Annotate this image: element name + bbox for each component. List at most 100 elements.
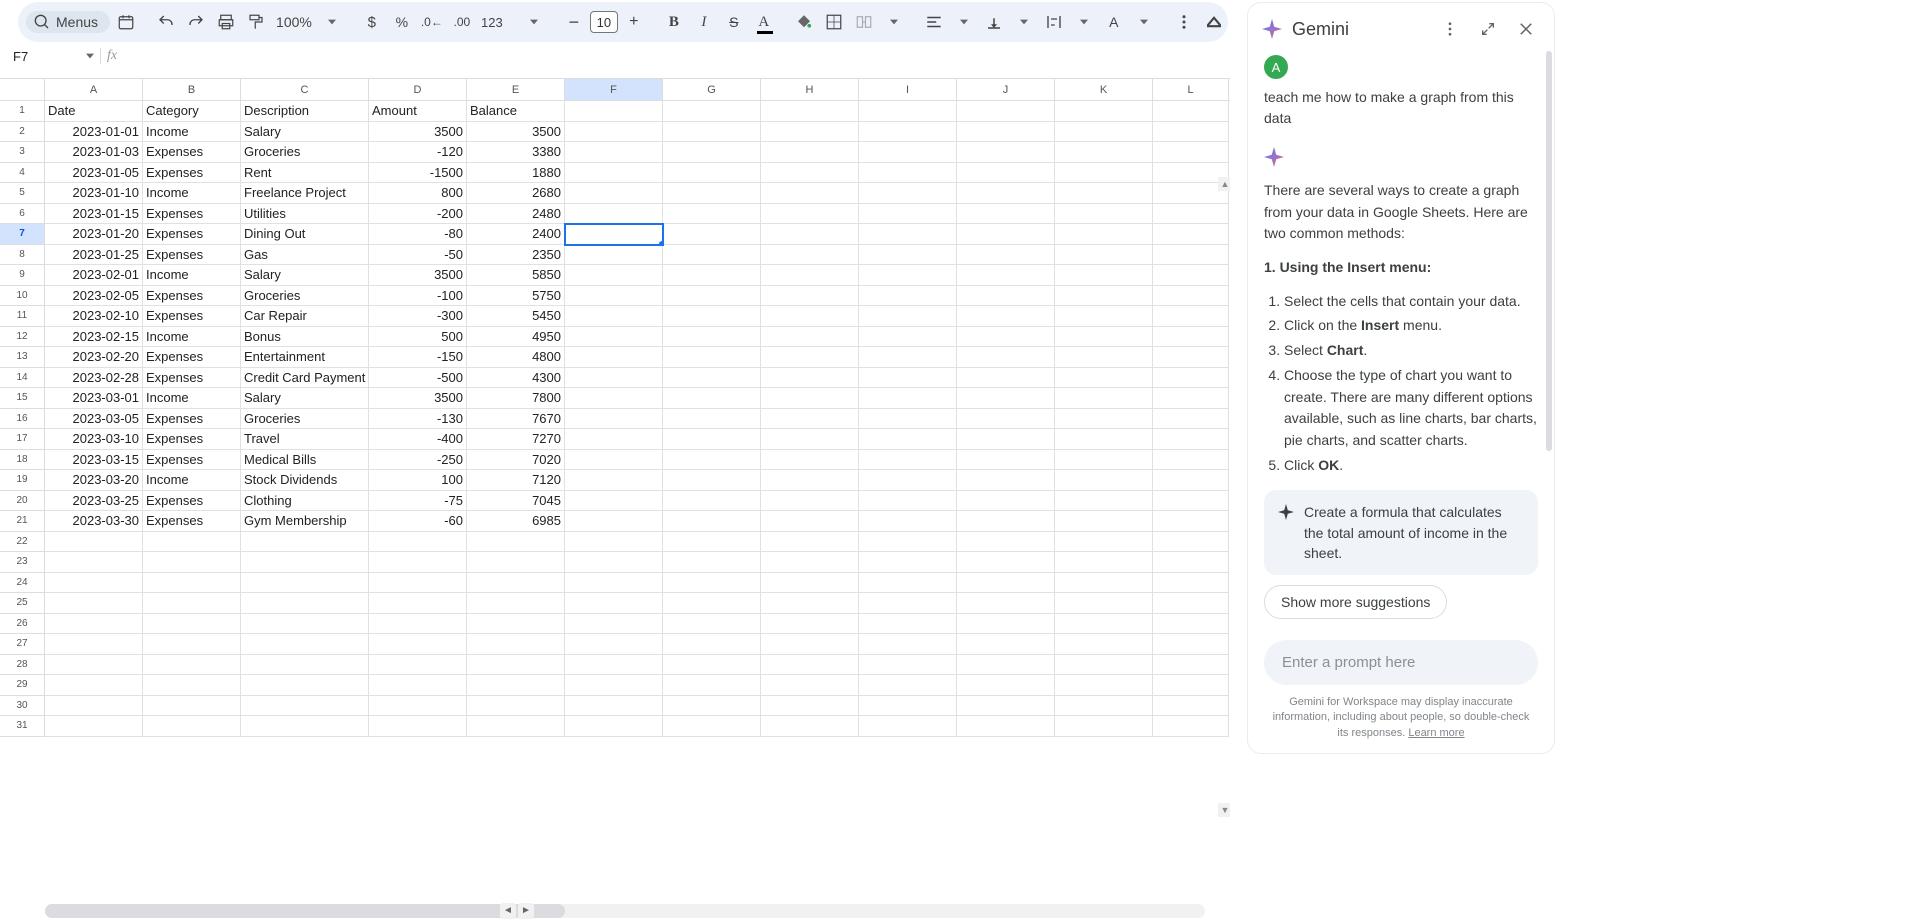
cell[interactable] [859, 122, 957, 143]
cell[interactable]: 3500 [369, 265, 467, 286]
cell[interactable] [565, 573, 663, 594]
cell[interactable] [663, 675, 761, 696]
cell[interactable] [663, 388, 761, 409]
cell[interactable]: Travel [241, 429, 369, 450]
cell[interactable] [467, 716, 565, 737]
cell[interactable] [565, 409, 663, 430]
cell[interactable] [663, 511, 761, 532]
cell[interactable] [1153, 122, 1229, 143]
cell[interactable]: 6985 [467, 511, 565, 532]
cell[interactable] [565, 532, 663, 553]
percent-button[interactable]: % [388, 8, 416, 36]
cell[interactable] [663, 101, 761, 122]
cell[interactable] [761, 450, 859, 471]
cell[interactable] [565, 716, 663, 737]
cell[interactable]: -200 [369, 204, 467, 225]
cell[interactable] [565, 614, 663, 635]
cell[interactable] [663, 573, 761, 594]
cell[interactable] [565, 327, 663, 348]
font-family-dropdown[interactable] [520, 8, 548, 36]
cell[interactable] [45, 675, 143, 696]
cell[interactable]: 2023-01-01 [45, 122, 143, 143]
cell[interactable] [761, 388, 859, 409]
cell[interactable]: Category [143, 101, 241, 122]
cell[interactable] [663, 450, 761, 471]
row-header[interactable]: 18 [0, 450, 45, 471]
cell[interactable]: 2680 [467, 183, 565, 204]
cell[interactable]: 2023-01-10 [45, 183, 143, 204]
cell[interactable] [663, 224, 761, 245]
cell[interactable] [1055, 552, 1153, 573]
calendar-button[interactable] [112, 8, 140, 36]
cell[interactable] [45, 716, 143, 737]
text-rotation-button[interactable]: A [1100, 8, 1128, 36]
cell[interactable]: Expenses [143, 409, 241, 430]
row-header[interactable]: 2 [0, 122, 45, 143]
horizontal-align-button[interactable] [920, 8, 948, 36]
menus-button[interactable]: Menus [26, 11, 110, 33]
cell[interactable] [663, 122, 761, 143]
cell[interactable]: Salary [241, 388, 369, 409]
cell[interactable] [1055, 675, 1153, 696]
cell[interactable]: -60 [369, 511, 467, 532]
gemini-scrollbar[interactable] [1546, 51, 1552, 451]
cell[interactable] [957, 368, 1055, 389]
cell[interactable] [241, 696, 369, 717]
cell[interactable] [565, 163, 663, 184]
cell[interactable] [761, 347, 859, 368]
cell[interactable] [1055, 122, 1153, 143]
cell[interactable]: Amount [369, 101, 467, 122]
cell[interactable] [45, 696, 143, 717]
cell[interactable] [565, 245, 663, 266]
row-header[interactable]: 23 [0, 552, 45, 573]
cell[interactable]: Expenses [143, 491, 241, 512]
row-header[interactable]: 22 [0, 532, 45, 553]
cell[interactable] [1055, 450, 1153, 471]
cell[interactable] [859, 265, 957, 286]
cell[interactable] [859, 204, 957, 225]
column-header[interactable]: J [957, 79, 1055, 100]
cell[interactable]: 2023-03-01 [45, 388, 143, 409]
cell[interactable] [565, 696, 663, 717]
merge-dropdown[interactable] [880, 8, 908, 36]
cell[interactable]: Income [143, 265, 241, 286]
cell[interactable] [143, 552, 241, 573]
cell[interactable]: -130 [369, 409, 467, 430]
cell[interactable]: 2023-02-01 [45, 265, 143, 286]
cell[interactable] [957, 532, 1055, 553]
cell[interactable] [565, 388, 663, 409]
cell[interactable] [663, 491, 761, 512]
cell[interactable] [1055, 491, 1153, 512]
cell[interactable]: Groceries [241, 142, 369, 163]
cell[interactable]: Expenses [143, 224, 241, 245]
cell[interactable] [1055, 101, 1153, 122]
cell[interactable] [1055, 532, 1153, 553]
cell[interactable]: Expenses [143, 450, 241, 471]
cell[interactable]: -75 [369, 491, 467, 512]
cell[interactable] [1055, 286, 1153, 307]
cell[interactable] [565, 655, 663, 676]
cell[interactable] [1055, 429, 1153, 450]
cell[interactable]: 5450 [467, 306, 565, 327]
valign-dropdown[interactable] [1010, 8, 1038, 36]
cell[interactable]: 2023-02-20 [45, 347, 143, 368]
cell[interactable] [1055, 655, 1153, 676]
row-header[interactable]: 24 [0, 573, 45, 594]
cell[interactable] [761, 634, 859, 655]
cell[interactable] [565, 511, 663, 532]
cell[interactable]: 2023-03-05 [45, 409, 143, 430]
row-header[interactable]: 5 [0, 183, 45, 204]
cell[interactable] [1055, 634, 1153, 655]
cell[interactable] [565, 675, 663, 696]
cell[interactable] [957, 552, 1055, 573]
cell[interactable]: 2023-01-25 [45, 245, 143, 266]
column-header[interactable]: C [241, 79, 369, 100]
cell[interactable] [1055, 470, 1153, 491]
cell[interactable]: Salary [241, 122, 369, 143]
cell[interactable] [565, 491, 663, 512]
cell[interactable]: 3380 [467, 142, 565, 163]
cell[interactable] [859, 347, 957, 368]
halign-dropdown[interactable] [950, 8, 978, 36]
cell[interactable] [761, 716, 859, 737]
cell[interactable] [467, 552, 565, 573]
